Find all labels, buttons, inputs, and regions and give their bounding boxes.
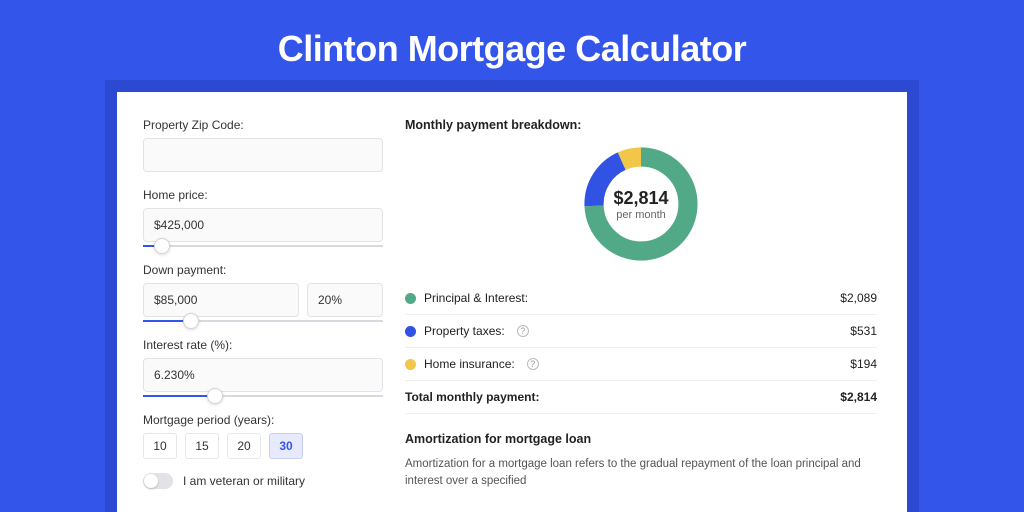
legend-label-pi: Principal & Interest: xyxy=(424,291,528,305)
help-icon[interactable]: ? xyxy=(527,358,539,370)
legend-dot-pi xyxy=(405,293,416,304)
rate-slider-knob[interactable] xyxy=(207,388,223,404)
amortization-heading: Amortization for mortgage loan xyxy=(405,432,877,446)
period-option-30[interactable]: 30 xyxy=(269,433,303,459)
rate-slider[interactable] xyxy=(143,395,383,397)
page-title: Clinton Mortgage Calculator xyxy=(0,0,1024,92)
legend-row-insurance: Home insurance:? $194 xyxy=(405,348,877,381)
total-label: Total monthly payment: xyxy=(405,390,539,404)
down-slider-knob[interactable] xyxy=(183,313,199,329)
legend-label-taxes: Property taxes: xyxy=(424,324,505,338)
legend-value-pi: $2,089 xyxy=(840,291,877,305)
down-pct-input[interactable] xyxy=(307,283,383,317)
amortization-text: Amortization for a mortgage loan refers … xyxy=(405,456,877,491)
total-row: Total monthly payment: $2,814 xyxy=(405,381,877,414)
donut-value: $2,814 xyxy=(613,188,668,209)
donut-sub: per month xyxy=(616,209,666,221)
donut-chart: $2,814 per month xyxy=(579,142,703,266)
price-input[interactable] xyxy=(143,208,383,242)
price-slider-knob[interactable] xyxy=(154,238,170,254)
down-slider[interactable] xyxy=(143,320,383,322)
total-value: $2,814 xyxy=(840,390,877,404)
price-label: Home price: xyxy=(143,188,383,202)
zip-label: Property Zip Code: xyxy=(143,118,383,132)
period-option-15[interactable]: 15 xyxy=(185,433,219,459)
legend-dot-taxes xyxy=(405,326,416,337)
rate-input[interactable] xyxy=(143,358,383,392)
donut-chart-wrap: $2,814 per month xyxy=(405,142,877,266)
field-zip: Property Zip Code: xyxy=(143,118,383,172)
help-icon[interactable]: ? xyxy=(517,325,529,337)
field-rate: Interest rate (%): xyxy=(143,338,383,397)
price-slider[interactable] xyxy=(143,245,383,247)
calculator-card: Property Zip Code: Home price: Down paym… xyxy=(117,92,907,512)
field-price: Home price: xyxy=(143,188,383,247)
veteran-toggle[interactable] xyxy=(143,473,173,489)
legend-value-taxes: $531 xyxy=(850,324,877,338)
veteran-row: I am veteran or military xyxy=(143,473,383,489)
legend-label-insurance: Home insurance: xyxy=(424,357,515,371)
period-label: Mortgage period (years): xyxy=(143,413,383,427)
down-label: Down payment: xyxy=(143,263,383,277)
rate-label: Interest rate (%): xyxy=(143,338,383,352)
breakdown-panel: Monthly payment breakdown: $2,814 per mo… xyxy=(405,118,877,502)
period-option-20[interactable]: 20 xyxy=(227,433,261,459)
breakdown-heading: Monthly payment breakdown: xyxy=(405,118,877,132)
legend-value-insurance: $194 xyxy=(850,357,877,371)
field-down: Down payment: xyxy=(143,263,383,322)
down-input[interactable] xyxy=(143,283,299,317)
legend-row-pi: Principal & Interest: $2,089 xyxy=(405,282,877,315)
legend-dot-insurance xyxy=(405,359,416,370)
legend-row-taxes: Property taxes:? $531 xyxy=(405,315,877,348)
legend: Principal & Interest: $2,089 Property taxe… xyxy=(405,282,877,381)
veteran-label: I am veteran or military xyxy=(183,474,305,488)
field-period: Mortgage period (years): 10 15 20 30 xyxy=(143,413,383,459)
zip-input[interactable] xyxy=(143,138,383,172)
inputs-panel: Property Zip Code: Home price: Down paym… xyxy=(143,118,383,502)
amortization-section: Amortization for mortgage loan Amortizat… xyxy=(405,432,877,491)
period-option-10[interactable]: 10 xyxy=(143,433,177,459)
